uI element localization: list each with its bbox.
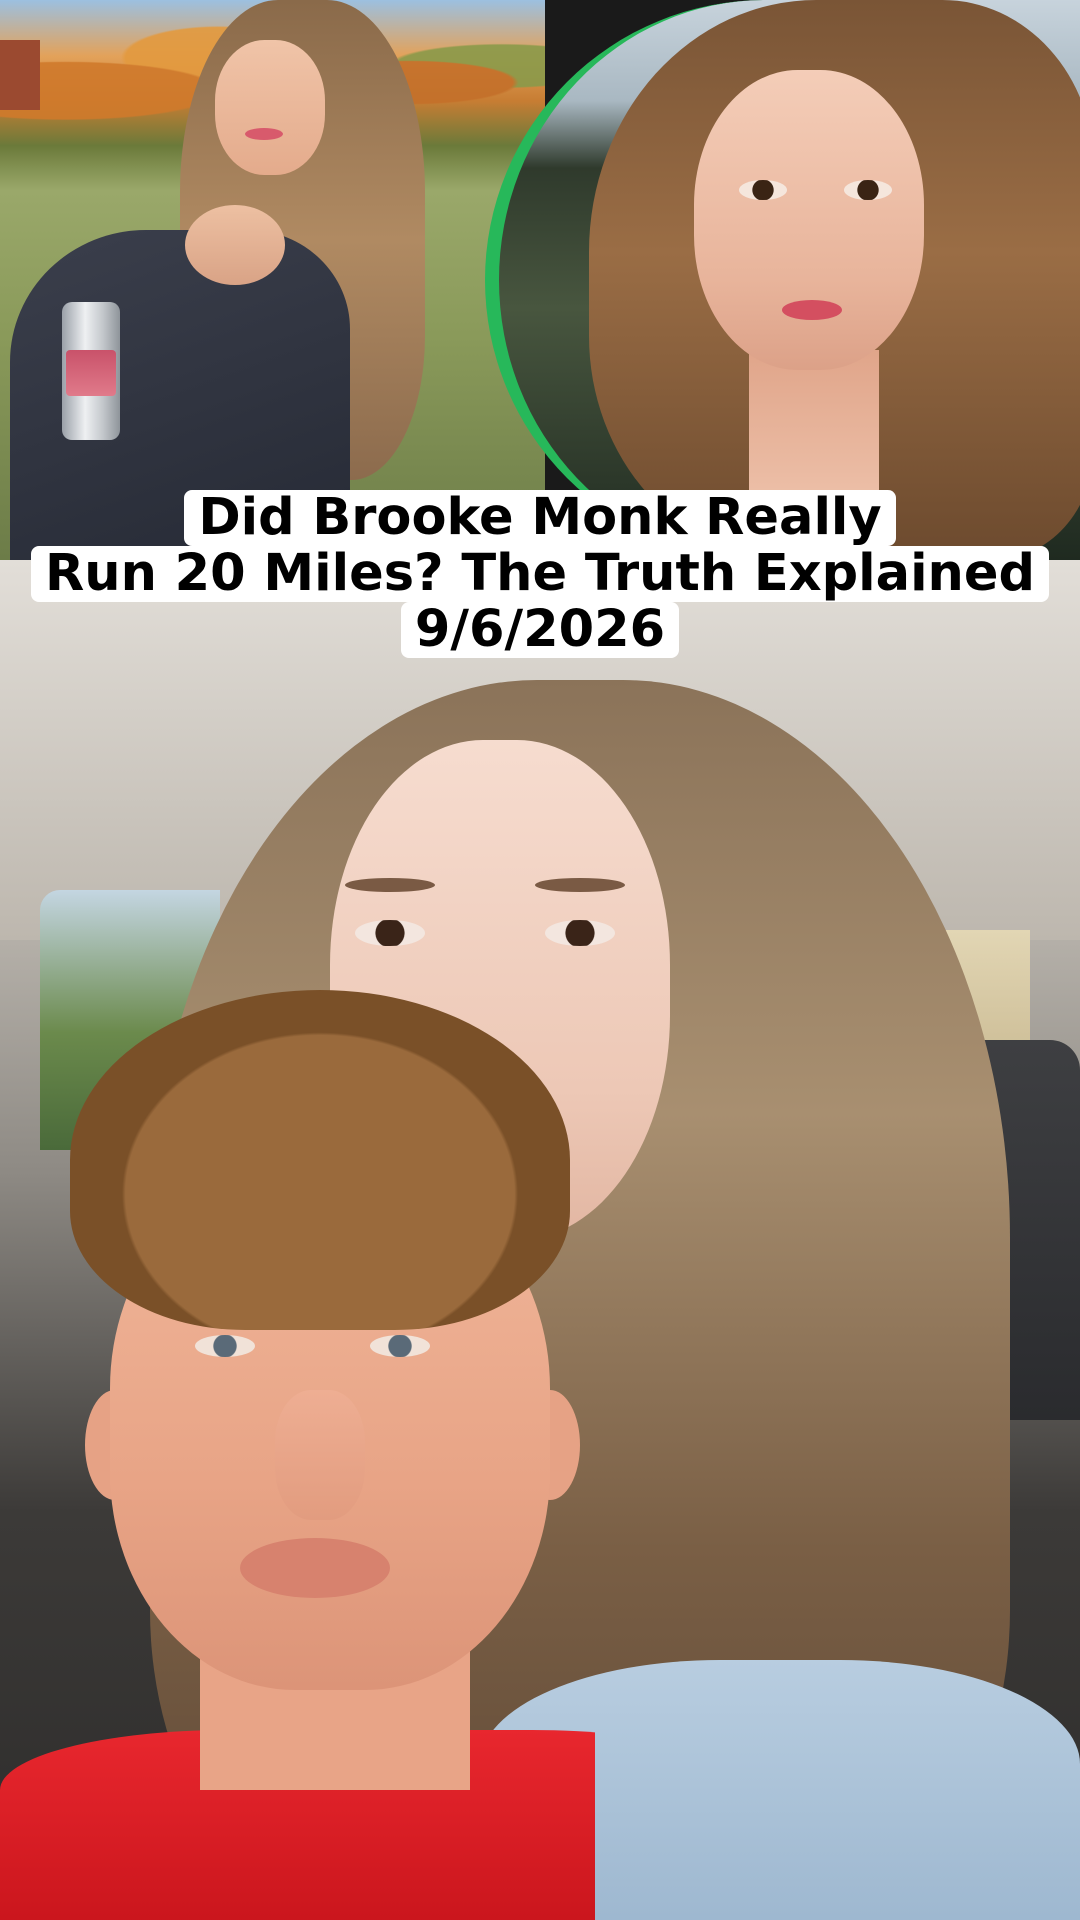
face — [215, 40, 325, 175]
bare-shoulder — [185, 205, 285, 285]
right-eye — [370, 1335, 430, 1357]
headline-caption: Did Brooke Monk Really Run 20 Miles? The… — [0, 490, 1080, 658]
headline-line-1: Did Brooke Monk Really — [184, 490, 896, 546]
left-eyebrow — [345, 878, 435, 892]
inset-commentator — [0, 990, 595, 1920]
can-label — [66, 350, 116, 396]
right-eye — [844, 180, 892, 200]
hair — [70, 990, 570, 1330]
headline-line-2: Run 20 Miles? The Truth Explained — [31, 546, 1049, 602]
left-eye — [195, 1335, 255, 1357]
lips — [240, 1538, 390, 1598]
left-eye — [355, 920, 425, 946]
photo-closeup-portrait — [485, 0, 1080, 560]
house — [0, 40, 40, 110]
lips — [245, 128, 283, 140]
face — [694, 70, 924, 370]
lips — [782, 300, 842, 320]
photo-field-portrait — [0, 0, 545, 560]
right-eyebrow — [535, 878, 625, 892]
left-eye — [739, 180, 787, 200]
nose — [275, 1390, 365, 1520]
right-eye — [545, 920, 615, 946]
headline-date: 9/6/2026 — [400, 602, 680, 658]
